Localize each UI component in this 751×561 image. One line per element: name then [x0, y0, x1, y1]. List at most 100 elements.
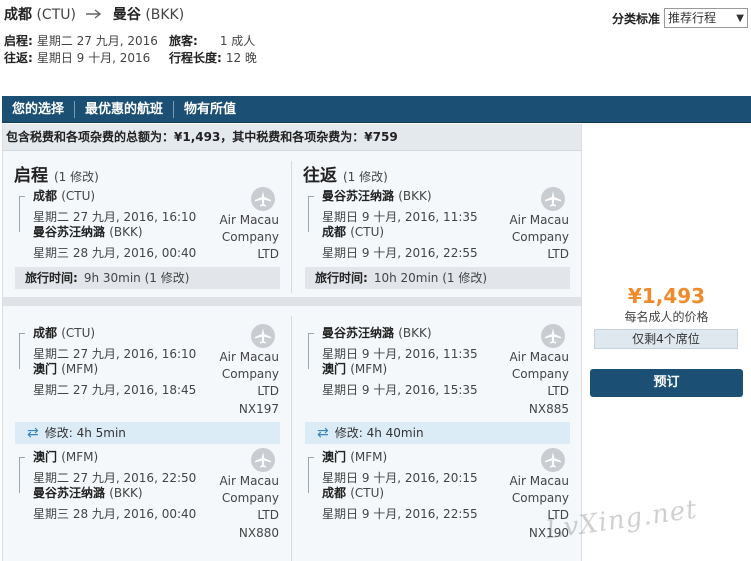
- stop-time: 星期三 28 九月, 2016, 00:40: [33, 246, 197, 260]
- airline-name: Air Macau Company LTD: [219, 350, 279, 398]
- route-connector: [308, 196, 314, 232]
- outbound-departure: 成都 (CTU) 星期二 27 九月, 2016, 16:10: [33, 187, 196, 225]
- stop-city: 澳门: [322, 362, 347, 376]
- flight-number: NX197: [238, 402, 279, 416]
- stop-code: (MFM): [61, 450, 99, 464]
- inbound-departure: 曼谷苏汪纳潞 (BKK) 星期日 9 十月, 2016, 11:35: [322, 187, 478, 225]
- stop-city: 澳门: [33, 450, 58, 464]
- depart-date-row: 启程: 星期二 27 九月, 2016: [4, 32, 158, 49]
- outbound-layover: ⇄ 修改: 4h 5min: [15, 422, 280, 444]
- stop-city: 成都: [33, 326, 58, 340]
- in-leg2-arrival: 成都 (CTU) 星期日 9 十月, 2016, 22:55: [322, 484, 478, 522]
- sort-control: 分类标准 推荐行程 ▼: [612, 8, 748, 28]
- return-date-row: 往返: 星期日 9 十月, 2016: [4, 49, 150, 66]
- inbound-mods: (1 修改): [343, 170, 388, 184]
- airplane-icon: [541, 187, 565, 211]
- price-panel: ¥1,493 每名成人的价格 仅剩4个席位 预订: [582, 124, 751, 561]
- sort-label: 分类标准: [611, 11, 660, 26]
- stop-code: (MFM): [61, 362, 99, 376]
- passengers-value: 1 成人: [219, 34, 256, 48]
- passengers-row: 旅客: 1 成人: [169, 32, 255, 49]
- airline-name: Air Macau Company LTD: [509, 213, 569, 261]
- trip-length-row: 行程长度: 12 晚: [169, 49, 257, 66]
- stop-code: (BKK): [109, 486, 143, 500]
- tab-cheapest-flights[interactable]: 最优惠的航班: [75, 100, 175, 118]
- out-leg1-arrival: 澳门 (MFM) 星期二 27 九月, 2016, 18:45: [33, 360, 196, 398]
- inbound-heading: 往返 (1 修改): [303, 161, 388, 186]
- route-connector: [308, 457, 314, 493]
- sort-select[interactable]: 推荐行程 ▼: [664, 8, 748, 28]
- airplane-icon: [541, 448, 565, 472]
- layover-text: 修改: 4h 40min: [334, 426, 424, 440]
- in-leg2-departure: 澳门 (MFM) 星期日 9 十月, 2016, 20:15: [322, 448, 478, 486]
- route-title: 成都 (CTU) 曼谷 (BKK): [4, 4, 184, 24]
- stop-code: (BKK): [398, 189, 432, 203]
- airplane-icon: [251, 324, 275, 348]
- route-connector: [308, 333, 314, 369]
- inbound-layover: ⇄ 修改: 4h 40min: [305, 422, 570, 444]
- layover-text: 修改: 4h 5min: [44, 426, 126, 440]
- stop-code: (CTU): [61, 189, 96, 203]
- trip-summary-header: 成都 (CTU) 曼谷 (BKK) 启程: 星期二 27 九月, 2016 往返:…: [0, 0, 751, 96]
- itinerary-panel: 包含税费和各项杂费的总额为：¥1,493，其中税费和各项杂费为：¥759 启程 (…: [2, 124, 582, 561]
- flight-number: NX880: [238, 526, 279, 540]
- airline-name: Air Macau Company LTD: [509, 350, 569, 398]
- seats-left-badge: 仅剩4个席位: [594, 329, 738, 349]
- stop-time: 星期三 28 九月, 2016, 00:40: [33, 507, 197, 521]
- stop-city: 曼谷苏汪纳潞: [322, 326, 395, 340]
- tab-best-value[interactable]: 物有所值: [174, 101, 246, 118]
- arrow-right-icon: [86, 7, 102, 23]
- trip-length-value: 12 晚: [225, 51, 257, 65]
- duration-label: 旅行时间:: [315, 271, 368, 285]
- total-price: ¥1,493: [627, 284, 706, 308]
- dest-code: (BKK): [145, 7, 185, 23]
- airplane-icon: [251, 187, 275, 211]
- in-leg1-departure: 曼谷苏汪纳潞 (BKK) 星期日 9 十月, 2016, 11:35: [322, 324, 478, 362]
- inbound-duration: 旅行时间: 10h 20min (1 修改): [305, 267, 570, 289]
- stop-code: (CTU): [350, 486, 385, 500]
- return-value: 星期日 9 十月, 2016: [36, 51, 151, 65]
- column-divider: [291, 316, 292, 561]
- stop-time: 星期日 9 十月, 2016, 22:55: [322, 246, 478, 260]
- tab-your-selection[interactable]: 您的选择: [2, 100, 76, 118]
- route-connector: [19, 333, 25, 369]
- stop-code: (CTU): [350, 225, 385, 239]
- depart-value: 星期二 27 九月, 2016: [36, 34, 158, 48]
- outbound-heading: 启程 (1 修改): [14, 161, 99, 186]
- book-button[interactable]: 预订: [590, 369, 743, 397]
- stop-code: (CTU): [61, 326, 96, 340]
- duration-label: 旅行时间:: [25, 271, 78, 285]
- duration-value: 9h 30min (1 修改): [83, 271, 190, 285]
- route-connector: [19, 457, 25, 493]
- stop-city: 成都: [322, 486, 347, 500]
- passengers-label: 旅客:: [169, 34, 198, 48]
- return-label: 往返:: [4, 51, 33, 65]
- outbound-mods: (1 修改): [54, 170, 99, 184]
- airline-name: Air Macau Company LTD: [219, 213, 279, 261]
- stop-city: 曼谷苏汪纳潞: [33, 486, 106, 500]
- trip-length-label: 行程长度:: [169, 51, 222, 65]
- out-leg2-arrival: 曼谷苏汪纳潞 (BKK) 星期三 28 九月, 2016, 00:40: [33, 484, 196, 522]
- results-tabs: 您的选择 最优惠的航班 物有所值: [2, 96, 751, 123]
- section-divider: [3, 297, 581, 306]
- outbound-arrival: 曼谷苏汪纳潞 (BKK) 星期三 28 九月, 2016, 00:40: [33, 223, 196, 261]
- airplane-icon: [541, 324, 565, 348]
- stop-city: 曼谷苏汪纳潞: [322, 189, 395, 203]
- airline-name: Air Macau Company LTD: [219, 474, 279, 522]
- stop-city: 曼谷苏汪纳潞: [33, 225, 106, 239]
- dest-city: 曼谷: [112, 7, 141, 23]
- stop-code: (BKK): [109, 225, 143, 239]
- route-connector: [19, 196, 25, 232]
- sort-selected-value: 推荐行程: [668, 11, 717, 25]
- out-leg1-departure: 成都 (CTU) 星期二 27 九月, 2016, 16:10: [33, 324, 196, 362]
- chevron-down-icon: ▼: [736, 13, 744, 24]
- airplane-icon: [251, 448, 275, 472]
- stop-time: 星期日 9 十月, 2016, 15:35: [322, 383, 478, 397]
- outbound-heading-label: 启程: [14, 166, 48, 186]
- duration-value: 10h 20min (1 修改): [373, 271, 488, 285]
- inbound-heading-label: 往返: [303, 166, 337, 186]
- origin-city: 成都: [4, 7, 32, 23]
- stop-time: 星期日 9 十月, 2016, 22:55: [322, 507, 478, 521]
- transfer-icon: ⇄: [317, 425, 329, 441]
- price-per-adult-label: 每名成人的价格: [624, 310, 709, 324]
